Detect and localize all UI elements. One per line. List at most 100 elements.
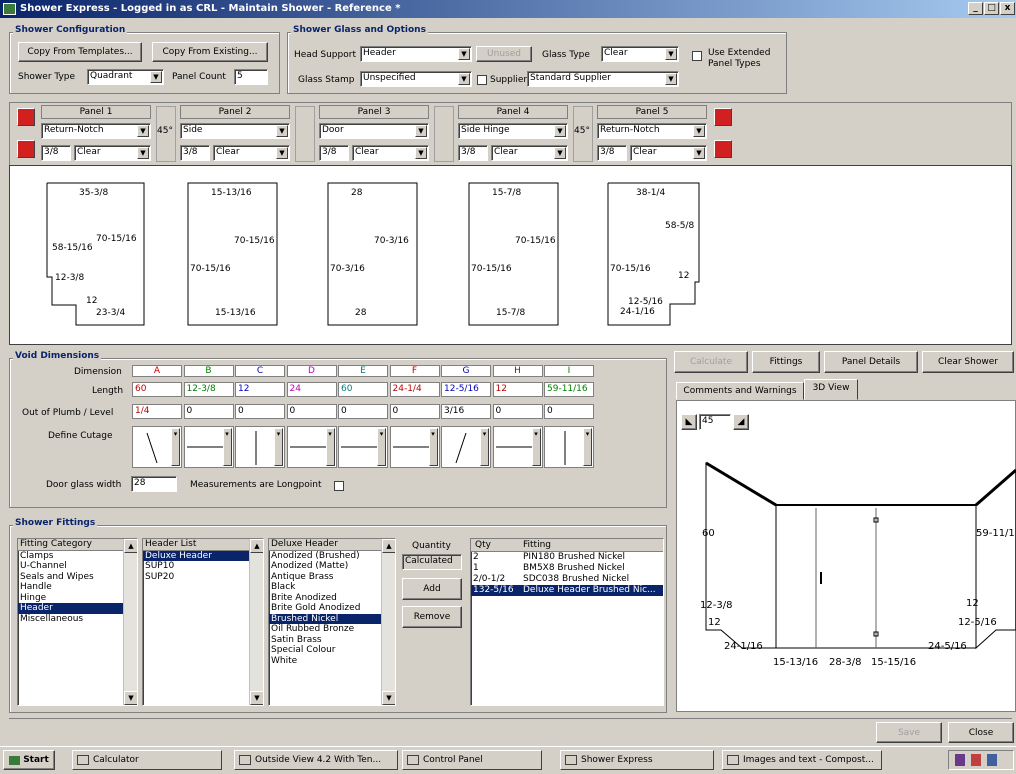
chevron-down-icon[interactable]: ▼: [137, 147, 149, 159]
plumb-input[interactable]: 3/16: [441, 404, 491, 419]
list-item[interactable]: Anodized (Matte): [269, 561, 395, 572]
scroll-up-icon[interactable]: ▲: [382, 539, 395, 553]
list-item[interactable]: Miscellaneous: [18, 614, 137, 625]
chevron-down-icon[interactable]: ▼: [276, 147, 288, 159]
remove-fitting-button[interactable]: Remove: [402, 606, 462, 628]
panel-type-select[interactable]: Side Hinge ▼: [458, 123, 568, 139]
tray-network-icon[interactable]: [987, 754, 997, 766]
cutage-select[interactable]: ▾: [286, 426, 337, 468]
chevron-down-icon[interactable]: ▼: [665, 73, 677, 85]
cutage-select[interactable]: ▾: [235, 426, 285, 468]
tray-app-icon[interactable]: [971, 754, 981, 766]
supplier-checkbox[interactable]: [477, 75, 487, 85]
panel-glass-select[interactable]: Clear ▼: [352, 145, 429, 161]
chevron-down-icon[interactable]: ▾: [171, 428, 180, 466]
list-item[interactable]: Antique Brass: [269, 572, 395, 583]
scroll-down-icon[interactable]: ▼: [124, 691, 137, 705]
chevron-down-icon[interactable]: ▾: [583, 428, 592, 466]
chevron-down-icon[interactable]: ▼: [137, 125, 149, 137]
length-input[interactable]: 60: [338, 382, 388, 397]
panel-add-right-button[interactable]: [714, 140, 732, 158]
panel-details-button[interactable]: Panel Details: [824, 351, 918, 373]
cutage-select[interactable]: ▾: [338, 426, 388, 468]
door-glass-width-input[interactable]: 28: [131, 476, 177, 492]
plumb-input[interactable]: 0: [338, 404, 388, 419]
list-item[interactable]: Hinge: [18, 593, 137, 604]
chevron-down-icon[interactable]: ▼: [554, 125, 566, 137]
glass-stamp-select[interactable]: Unspecified ▼: [360, 71, 472, 87]
list-item[interactable]: Handle: [18, 582, 137, 593]
chevron-down-icon[interactable]: ▾: [428, 428, 438, 466]
panel-add-left-button[interactable]: [17, 140, 35, 158]
panel-joint-3[interactable]: [434, 106, 454, 162]
plumb-input[interactable]: 0: [544, 404, 594, 419]
panel-remove-right-button[interactable]: [714, 108, 732, 126]
list-item[interactable]: SUP20: [143, 572, 263, 583]
chevron-down-icon[interactable]: ▼: [415, 125, 427, 137]
scrollbar[interactable]: ▲ ▼: [123, 539, 137, 705]
quantity-field[interactable]: Calculated: [402, 554, 462, 570]
plumb-input[interactable]: 1/4: [132, 404, 182, 419]
cutage-select[interactable]: ▾: [183, 426, 234, 468]
table-row[interactable]: 2/0-1/2 SDC038 Brushed Nickel: [471, 574, 663, 585]
chevron-down-icon[interactable]: ▾: [274, 428, 283, 466]
plumb-input[interactable]: 0: [286, 404, 337, 419]
panel-thickness-field[interactable]: 3/8: [41, 145, 71, 161]
extended-types-checkbox[interactable]: [692, 51, 702, 61]
length-input[interactable]: 12-3/8: [183, 382, 234, 397]
cutage-select[interactable]: ▾: [544, 426, 594, 468]
taskbar-item[interactable]: Calculator: [72, 750, 222, 770]
chevron-down-icon[interactable]: ▾: [325, 428, 335, 466]
fittings-button[interactable]: Fittings: [752, 351, 820, 373]
taskbar-item[interactable]: Images and text - Compost...: [722, 750, 882, 770]
scrollbar[interactable]: ▲ ▼: [249, 539, 263, 705]
panel-glass-select[interactable]: Clear ▼: [630, 145, 707, 161]
list-item[interactable]: Clamps: [18, 551, 137, 562]
cutage-select[interactable]: ▾: [389, 426, 440, 468]
scroll-up-icon[interactable]: ▲: [250, 539, 263, 553]
copy-existing-button[interactable]: Copy From Existing...: [152, 42, 268, 62]
list-item[interactable]: White: [269, 656, 395, 667]
taskbar-item[interactable]: Outside View 4.2 With Ten...: [234, 750, 398, 770]
taskbar-item[interactable]: Shower Express: [560, 750, 714, 770]
save-button[interactable]: Save: [876, 722, 942, 743]
chevron-down-icon[interactable]: ▾: [480, 428, 489, 466]
glass-type-select[interactable]: Clear ▼: [601, 46, 679, 62]
list-item[interactable]: Satin Brass: [269, 635, 395, 646]
shower-type-select[interactable]: Quadrant ▼: [87, 69, 164, 85]
chevron-down-icon[interactable]: ▼: [150, 71, 162, 83]
calculate-button[interactable]: Calculate: [674, 351, 748, 373]
plumb-input[interactable]: 0: [389, 404, 440, 419]
panel-thickness-field[interactable]: 3/8: [180, 145, 210, 161]
length-input[interactable]: 24: [286, 382, 337, 397]
scroll-up-icon[interactable]: ▲: [124, 539, 137, 553]
chevron-down-icon[interactable]: ▼: [458, 48, 470, 60]
list-item[interactable]: Brite Gold Anodized: [269, 603, 395, 614]
panel-type-select[interactable]: Side ▼: [180, 123, 290, 139]
table-row[interactable]: 2 PIN180 Brushed Nickel: [471, 552, 663, 563]
chevron-down-icon[interactable]: ▼: [693, 125, 705, 137]
length-input[interactable]: 12: [235, 382, 285, 397]
list-item[interactable]: Brushed Nickel: [269, 613, 395, 624]
finish-list[interactable]: Deluxe Header Anodized (Brushed) Anodized…: [268, 538, 396, 706]
table-row[interactable]: 1 BM5X8 Brushed Nickel: [471, 563, 663, 574]
panel-glass-select[interactable]: Clear ▼: [74, 145, 151, 161]
start-button[interactable]: Start: [3, 750, 55, 770]
plumb-input[interactable]: 0: [492, 404, 543, 419]
length-input[interactable]: 12: [492, 382, 543, 397]
longpoint-checkbox[interactable]: [334, 481, 344, 491]
length-input[interactable]: 60: [132, 382, 182, 397]
panel-glass-select[interactable]: Clear ▼: [491, 145, 568, 161]
chevron-down-icon[interactable]: ▾: [531, 428, 541, 466]
add-fitting-button[interactable]: Add: [402, 578, 462, 600]
chevron-down-icon[interactable]: ▼: [276, 125, 288, 137]
panel-joint-2[interactable]: [295, 106, 315, 162]
supplier-select[interactable]: Standard Supplier ▼: [527, 71, 679, 87]
minimize-button[interactable]: _: [968, 2, 983, 15]
plumb-input[interactable]: 0: [235, 404, 285, 419]
scroll-down-icon[interactable]: ▼: [250, 691, 263, 705]
panel-thickness-field[interactable]: 3/8: [597, 145, 627, 161]
copy-templates-button[interactable]: Copy From Templates...: [18, 42, 142, 62]
length-input[interactable]: 59-11/16: [544, 382, 594, 397]
chevron-down-icon[interactable]: ▾: [377, 428, 386, 466]
